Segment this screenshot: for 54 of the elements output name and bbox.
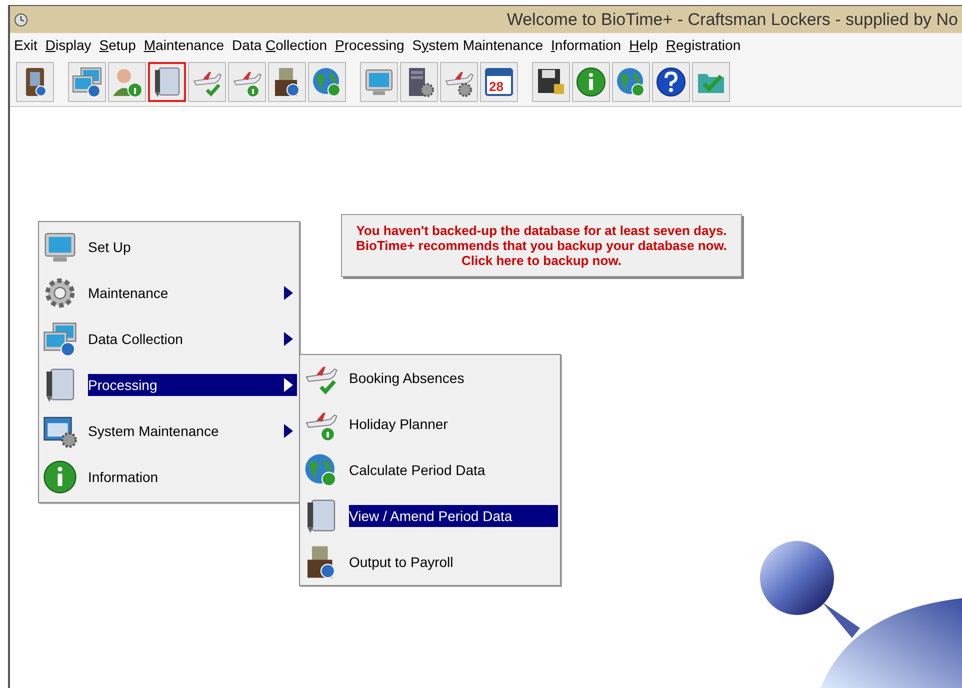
menu-bar-item[interactable]: Registration <box>662 34 745 56</box>
menu-item[interactable]: Holiday Planner <box>300 401 560 447</box>
menu-bar-item[interactable]: Processing <box>331 34 408 56</box>
menu-bar-item[interactable]: Data Collection <box>228 34 332 56</box>
menu-item-label: View / Amend Period Data <box>349 506 514 526</box>
window-title: Welcome to BioTime+ - Craftsman Lockers - supplied by No <box>506 8 958 31</box>
menu-item[interactable]: Processing <box>39 362 299 408</box>
computers-icon <box>71 66 103 98</box>
toolbar-button[interactable] <box>532 62 570 102</box>
toolbar-button[interactable] <box>268 62 306 102</box>
clock-icon <box>14 12 28 26</box>
menu-item-label: Output to Payroll <box>349 552 454 572</box>
toolbar-button[interactable] <box>16 62 54 102</box>
toolbar-button[interactable] <box>652 62 690 102</box>
menu-bar-item[interactable]: System Maintenance <box>408 34 548 56</box>
menu-item-label: Processing <box>88 376 158 395</box>
menu-item-label: Maintenance <box>88 284 170 302</box>
toolbar-button[interactable] <box>572 62 610 102</box>
menu-bar-item[interactable]: Maintenance <box>140 34 228 56</box>
globe-icon <box>311 66 343 98</box>
menu-item[interactable]: Data Collection <box>39 316 299 362</box>
menu-item-label: Calculate Period Data <box>349 460 486 480</box>
menu-item[interactable]: Output to Payroll <box>300 539 560 585</box>
menu-item[interactable]: Set Up <box>39 224 299 270</box>
menu-item[interactable]: Booking Absences <box>300 355 560 401</box>
menu-item[interactable]: Maintenance <box>39 270 299 316</box>
menu-bar-item[interactable]: Help <box>625 34 662 56</box>
menu-item-label: Set Up <box>88 238 132 257</box>
menu-item[interactable]: System Maintenance <box>39 408 299 454</box>
menu-bar-item[interactable]: Setup <box>95 34 140 56</box>
menu-item-label: Booking Absences <box>349 368 466 388</box>
computers-icon <box>42 321 78 357</box>
globe-icon <box>303 452 339 488</box>
submenu-arrow-icon <box>283 286 293 300</box>
backup-reminder-button[interactable]: You haven't backed-up the database for at least seven days. BioTime+ recommends that you backup your database now. Click here to backup now. <box>341 214 742 277</box>
menu-item-label: Data Collection <box>88 330 184 348</box>
toolbar-button[interactable] <box>400 62 438 102</box>
submenu-arrow-icon <box>283 424 293 438</box>
toolbar-button[interactable] <box>148 62 186 102</box>
menu-item-label: Holiday Planner <box>349 414 449 434</box>
menu-bar-item[interactable]: Exit <box>10 34 42 56</box>
info-icon <box>42 459 78 495</box>
menu-bar-item[interactable]: Display <box>41 34 96 56</box>
menu-item[interactable]: Calculate Period Data <box>300 447 560 493</box>
menu-item[interactable]: Information <box>39 454 299 500</box>
menu-item-label: System Maintenance <box>88 422 220 441</box>
menu-item[interactable]: View / Amend Period Data <box>300 493 560 539</box>
menu-bar-item[interactable]: Information <box>547 34 626 56</box>
menu-item-label: Information <box>88 468 160 486</box>
submenu-arrow-icon <box>283 378 293 392</box>
help-icon <box>655 66 687 98</box>
submenu-arrow-icon <box>283 332 293 346</box>
globe-icon <box>615 66 647 98</box>
info-icon <box>575 66 607 98</box>
